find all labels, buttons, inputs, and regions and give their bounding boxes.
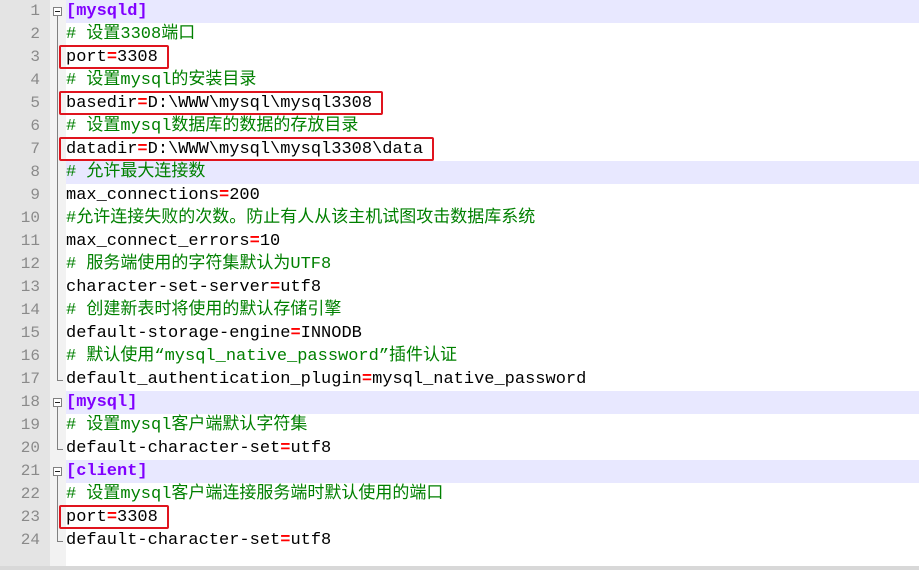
line-number: 11	[20, 232, 40, 250]
line-number: 14	[20, 301, 40, 319]
equals-operator: =	[270, 278, 281, 297]
code-line[interactable]: # 设置mysql数据库的数据的存放目录	[66, 115, 919, 138]
code-line[interactable]: default_authentication_plugin=mysql_nati…	[66, 368, 919, 391]
code-line[interactable]: [client]	[66, 460, 919, 483]
code-line[interactable]: max_connect_errors=10	[66, 230, 919, 253]
line-number: 6	[30, 117, 40, 135]
config-value: utf8	[290, 531, 332, 550]
fold-guide	[57, 407, 58, 449]
config-key: default_authentication_plugin	[66, 370, 362, 389]
line-number: 16	[20, 347, 40, 365]
equals-operator: =	[280, 439, 291, 458]
annotation-box	[59, 505, 169, 529]
code-line[interactable]: default-character-set=utf8	[66, 437, 919, 460]
config-value: utf8	[280, 278, 322, 297]
fold-end-marker	[57, 541, 63, 542]
code-line[interactable]: # 创建新表时将使用的默认存储引擎	[66, 299, 919, 322]
line-number: 4	[30, 71, 40, 89]
line-number: 10	[20, 209, 40, 227]
config-key: default-character-set	[66, 439, 281, 458]
config-value: INNODB	[300, 324, 362, 343]
config-key: max_connect_errors	[66, 232, 250, 251]
comment-text: # 允许最大连接数	[66, 163, 206, 182]
code-editor[interactable]: 1 2 3 4 5 6 7 8 9 10 11 12 13 14 15 16 17 18 19 20 21 22 23 24 …	[0, 0, 919, 570]
code-line[interactable]: # 设置mysql客户端连接服务端时默认使用的端口	[66, 483, 919, 506]
comment-text: # 设置mysql客户端默认字符集	[66, 416, 308, 435]
code-line[interactable]: default-character-set=utf8	[66, 529, 919, 552]
config-value: mysql_native_password	[372, 370, 587, 389]
code-line[interactable]: #允许连接失败的次数。防止有人从该主机试图攻击数据库系统	[66, 207, 919, 230]
comment-text: # 创建新表时将使用的默认存储引擎	[66, 301, 342, 320]
section-header: [mysqld]	[66, 2, 148, 21]
equals-operator: =	[280, 531, 291, 550]
code-line[interactable]: # 设置3308端口	[66, 23, 919, 46]
code-line[interactable]: port=3308	[66, 506, 919, 529]
config-value: 10	[259, 232, 281, 251]
code-line[interactable]: # 设置mysql的安装目录	[66, 69, 919, 92]
line-number-gutter: 1 2 3 4 5 6 7 8 9 10 11 12 13 14 15 16 17 18 19 20 21 22 23 24	[0, 0, 50, 566]
fold-toggle-icon[interactable]	[53, 467, 62, 476]
config-key: character-set-server	[66, 278, 271, 297]
equals-operator: =	[361, 370, 373, 389]
line-number: 2	[30, 25, 40, 43]
code-line[interactable]: # 服务端使用的字符集默认为UTF8	[66, 253, 919, 276]
fold-toggle-icon[interactable]	[53, 7, 62, 16]
comment-text: # 服务端使用的字符集默认为UTF8	[66, 255, 332, 274]
fold-toggle-icon[interactable]	[53, 398, 62, 407]
code-line[interactable]: [mysqld]	[66, 0, 919, 23]
config-key: max_connections	[66, 186, 220, 205]
line-number: 21	[20, 462, 40, 480]
annotation-box	[59, 45, 169, 69]
line-number: 17	[20, 370, 40, 388]
line-number: 20	[20, 439, 40, 457]
line-number: 3	[30, 48, 40, 66]
line-number: 23	[20, 508, 40, 526]
fold-guide	[57, 16, 58, 380]
fold-guide	[57, 476, 58, 541]
fold-margin[interactable]	[50, 0, 66, 566]
line-number: 13	[20, 278, 40, 296]
equals-operator: =	[249, 232, 260, 251]
code-line[interactable]: # 允许最大连接数	[66, 161, 919, 184]
horizontal-scrollbar[interactable]	[0, 566, 919, 570]
fold-end-marker	[57, 380, 63, 381]
line-number: 12	[20, 255, 40, 273]
code-line[interactable]: port=3308	[66, 46, 919, 69]
code-line[interactable]: character-set-server=utf8	[66, 276, 919, 299]
comment-text: #允许连接失败的次数。防止有人从该主机试图攻击数据库系统	[66, 209, 536, 228]
config-value: 200	[229, 186, 260, 205]
comment-text: # 设置mysql数据库的数据的存放目录	[66, 117, 359, 136]
line-number: 18	[20, 393, 40, 411]
fold-end-marker	[57, 449, 63, 450]
line-number: 7	[30, 140, 40, 158]
equals-operator: =	[219, 186, 230, 205]
line-number: 19	[20, 416, 40, 434]
line-number: 24	[20, 531, 40, 549]
code-line[interactable]: # 设置mysql客户端默认字符集	[66, 414, 919, 437]
code-line[interactable]: default-storage-engine=INNODB	[66, 322, 919, 345]
comment-text: # 设置3308端口	[66, 25, 196, 44]
code-line[interactable]: max_connections=200	[66, 184, 919, 207]
section-header: [client]	[66, 462, 148, 481]
config-key: default-character-set	[66, 531, 281, 550]
annotation-box	[59, 137, 435, 161]
line-number: 5	[30, 94, 40, 112]
comment-text: # 设置mysql的安装目录	[66, 71, 257, 90]
code-line[interactable]: # 默认使用“mysql_native_password”插件认证	[66, 345, 919, 368]
comment-text: # 默认使用“mysql_native_password”插件认证	[66, 347, 458, 366]
annotation-box	[59, 91, 384, 115]
config-value: utf8	[290, 439, 332, 458]
line-number: 22	[20, 485, 40, 503]
line-number: 1	[30, 2, 40, 20]
line-number: 8	[30, 163, 40, 181]
line-number: 15	[20, 324, 40, 342]
comment-text: # 设置mysql客户端连接服务端时默认使用的端口	[66, 485, 444, 504]
equals-operator: =	[290, 324, 301, 343]
line-number: 9	[30, 186, 40, 204]
config-key: default-storage-engine	[66, 324, 291, 343]
code-line[interactable]: [mysql]	[66, 391, 919, 414]
section-header: [mysql]	[66, 393, 138, 412]
